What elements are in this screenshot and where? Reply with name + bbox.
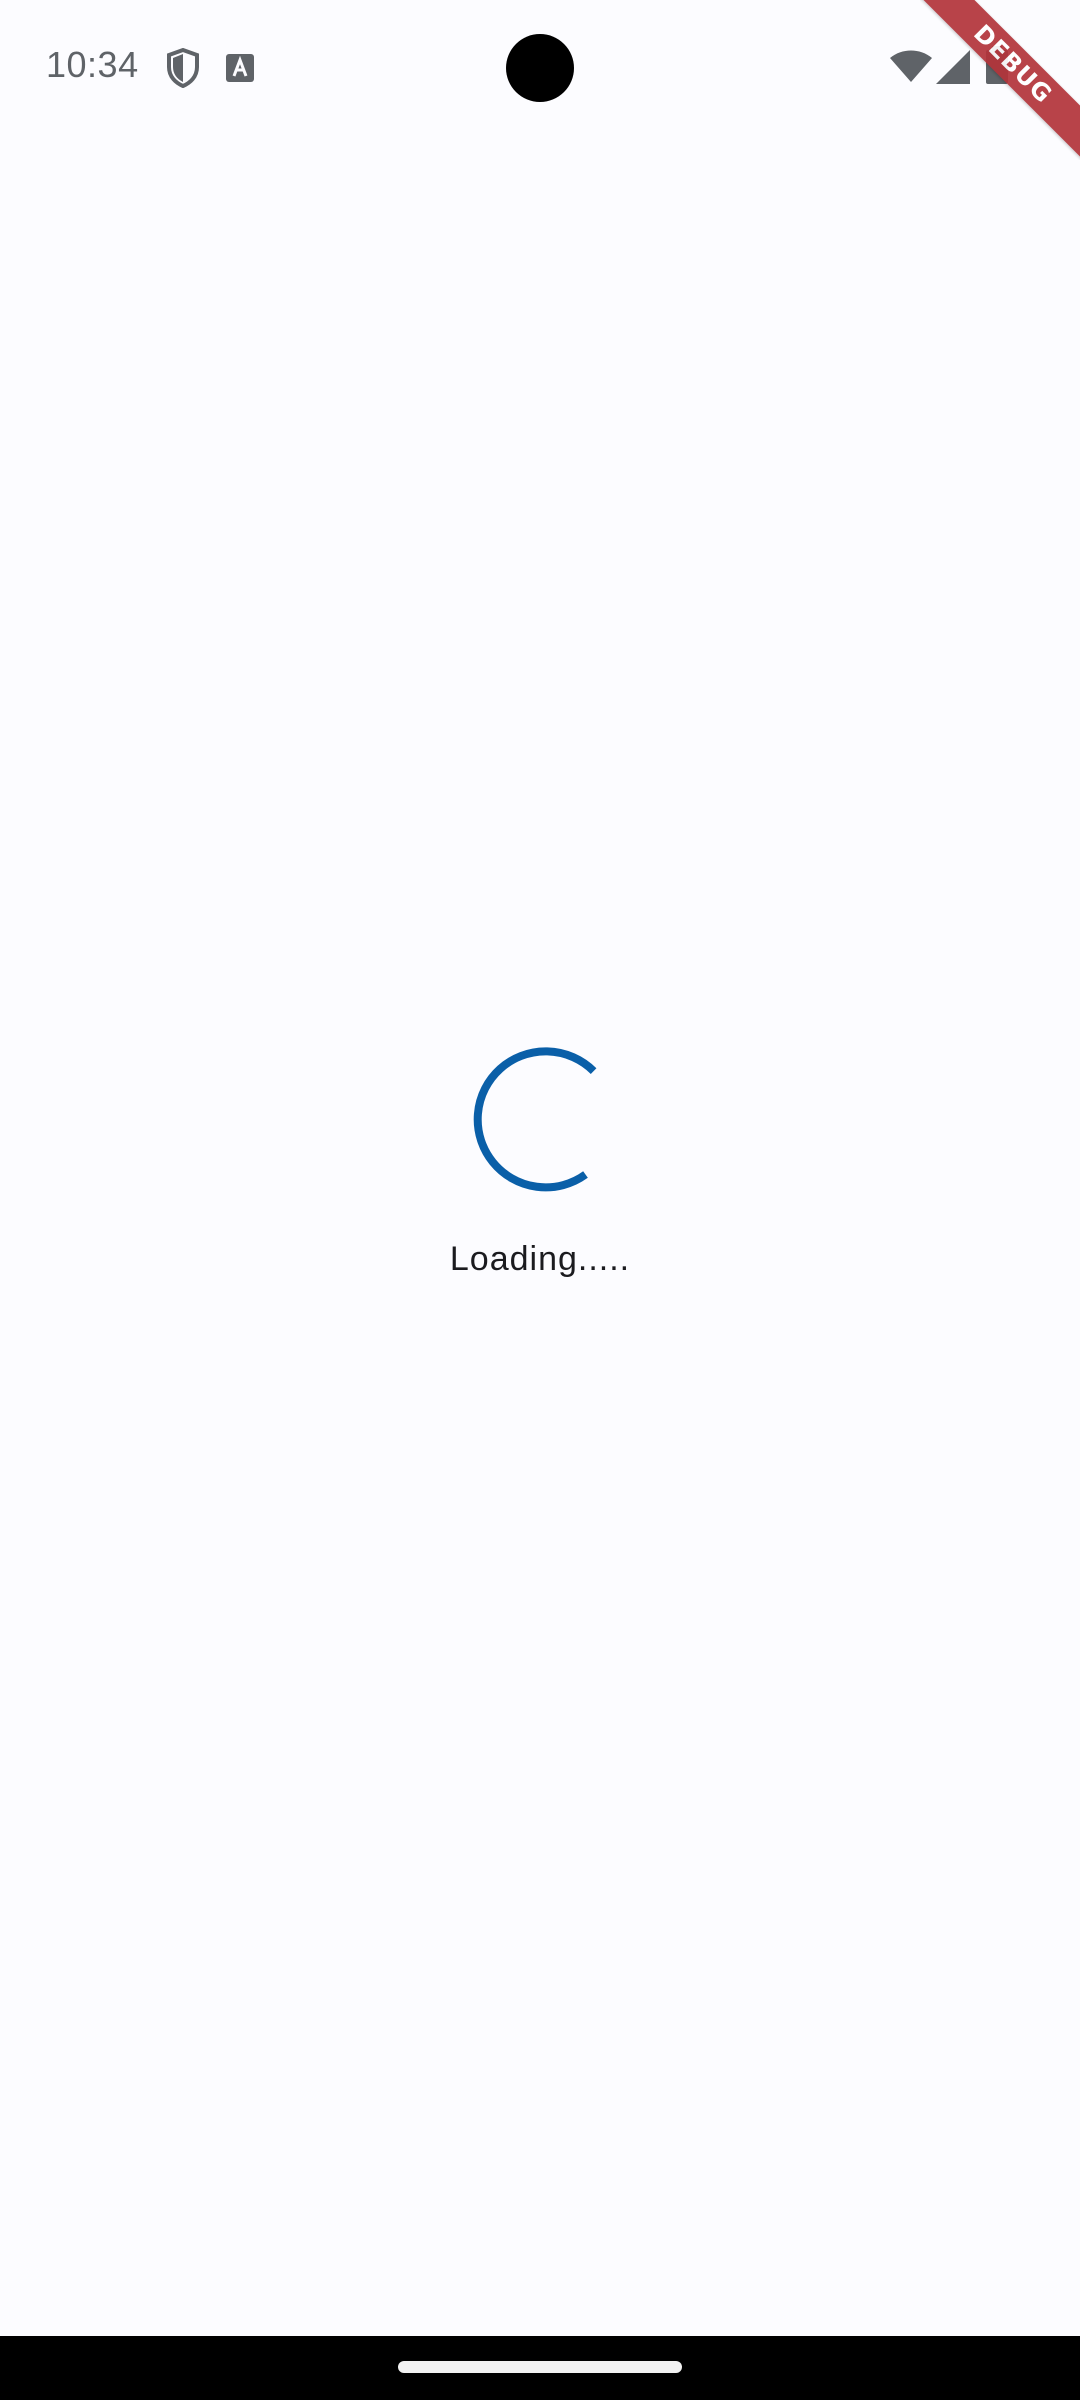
shield-icon [167, 48, 199, 88]
wifi-icon [890, 50, 932, 82]
home-indicator[interactable] [398, 2361, 682, 2373]
loading-spinner [473, 1047, 597, 1192]
camera-cutout [506, 34, 574, 102]
app-screen: 10:34 DEBUG Loading..... [0, 0, 1080, 2400]
loading-message: Loading..... [449, 1240, 631, 1278]
signal-icon [936, 50, 970, 84]
battery-icon [986, 46, 1008, 84]
status-time: 10:34 [46, 44, 139, 85]
status-bar: 10:34 [0, 0, 1080, 136]
a-notification-icon [226, 54, 254, 82]
